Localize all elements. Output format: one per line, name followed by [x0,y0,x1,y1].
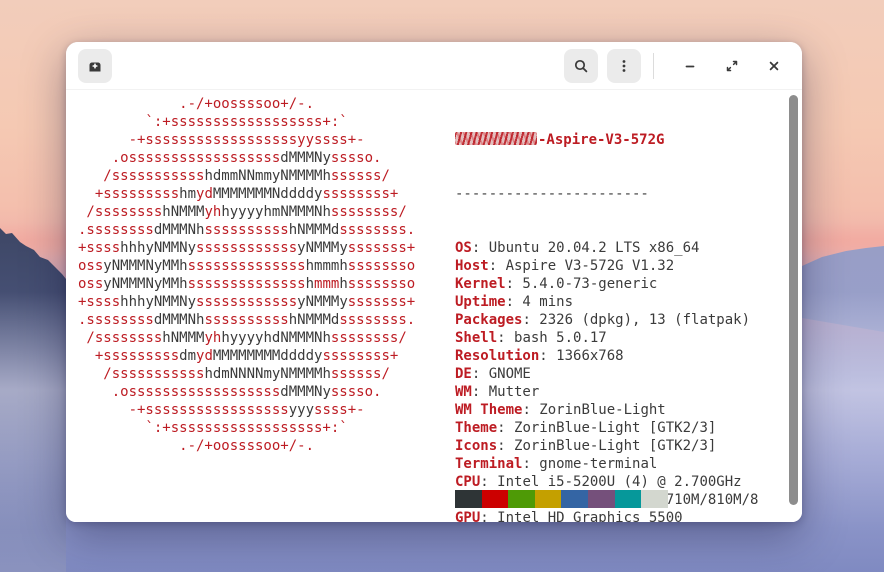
tab-new-icon [87,58,103,74]
info-line: Icons: ZorinBlue-Light [GTK2/3] [455,437,758,455]
info-value: : bash 5.0.17 [497,330,607,346]
info-value: : Ubuntu 20.04.2 LTS x86_64 [472,240,700,256]
info-line: Kernel: 5.4.0-73-generic [455,275,758,293]
ubuntu-ascii-logo: .-/+oossssoo+/-. `:+ssssssssssssssssss+:… [78,95,415,455]
terminal-content[interactable]: .-/+oossssoo+/-. `:+ssssssssssssssssss+:… [66,90,802,522]
search-button[interactable] [564,49,598,83]
info-label: Theme [455,420,497,436]
minimize-button[interactable] [676,52,704,80]
info-line: Theme: ZorinBlue-Light [GTK2/3] [455,419,758,437]
close-button[interactable] [760,52,788,80]
palette-block [641,490,668,508]
palette-row-normal [455,490,668,508]
headerbar [66,42,802,90]
menu-button[interactable] [607,49,641,83]
info-line: WM: Mutter [455,383,758,401]
info-value: : 4 mins [506,294,573,310]
minimize-icon [682,58,698,74]
info-line: Packages: 2326 (dpkg), 13 (flatpak) [455,311,758,329]
info-line: DE: GNOME [455,365,758,383]
info-label: Icons [455,438,497,454]
info-line: Shell: bash 5.0.17 [455,329,758,347]
info-value: : Aspire V3-572G V1.32 [489,258,674,274]
neofetch-title-underline: ----------------------- [455,185,758,203]
info-value: : Mutter [472,384,539,400]
info-label: DE [455,366,472,382]
maximize-button[interactable] [718,52,746,80]
neofetch-title-line: -Aspire-V3-572G [455,131,758,149]
close-icon [766,58,782,74]
info-line: OS: Ubuntu 20.04.2 LTS x86_64 [455,239,758,257]
info-label: WM [455,384,472,400]
restore-icon [724,58,740,74]
hostname-text: -Aspire-V3-572G [538,132,664,148]
info-label: Packages [455,312,522,328]
info-label: Uptime [455,294,506,310]
redacted-username-scribble [455,132,537,145]
info-line: Resolution: 1366x768 [455,347,758,365]
info-line: Uptime: 4 mins [455,293,758,311]
info-label: WM Theme [455,402,522,418]
scrollbar[interactable] [789,95,798,505]
info-value: : ZorinBlue-Light [GTK2/3] [497,438,716,454]
terminal-window: .-/+oossssoo+/-. `:+ssssssssssssssssss+:… [66,42,802,522]
info-label: OS [455,240,472,256]
info-line: WM Theme: ZorinBlue-Light [455,401,758,419]
info-value: : ZorinBlue-Light [522,402,665,418]
headerbar-separator [653,53,654,79]
palette-block [482,490,509,508]
palette-block [561,490,588,508]
palette-block [588,490,615,508]
info-label: Resolution [455,348,539,364]
palette-block [455,490,482,508]
palette-block [508,490,535,508]
terminal-color-palette [455,454,668,522]
neofetch-info: -Aspire-V3-572G ----------------------- … [455,95,758,522]
info-value: : 2326 (dpkg), 13 (flatpak) [522,312,750,328]
magnifier-icon [573,58,589,74]
info-value: : 5.4.0-73-generic [506,276,658,292]
new-tab-button[interactable] [78,49,112,83]
info-label: Kernel [455,276,506,292]
info-line: Host: Aspire V3-572G V1.32 [455,257,758,275]
kebab-menu-icon [616,58,632,74]
info-label: Host [455,258,489,274]
info-value: : ZorinBlue-Light [GTK2/3] [497,420,716,436]
palette-block [535,490,562,508]
info-value: : GNOME [472,366,531,382]
palette-block [615,490,642,508]
info-label: Shell [455,330,497,346]
info-value: : 1366x768 [539,348,623,364]
desktop: .-/+oossssoo+/-. `:+ssssssssssssssssss+:… [0,0,884,572]
